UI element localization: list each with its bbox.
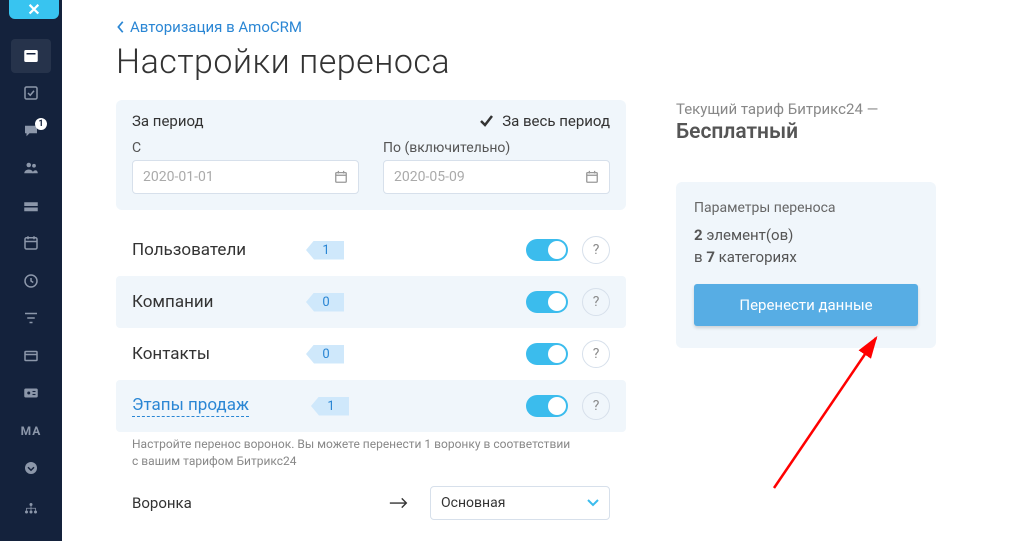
help-button[interactable]: ? — [582, 236, 610, 264]
date-to-input[interactable]: 2020-05-09 — [383, 160, 610, 194]
check-icon — [478, 113, 494, 129]
params-title: Параметры переноса — [694, 200, 918, 216]
sidebar: ✕ 1 MA — [0, 0, 62, 541]
funnel-select[interactable]: Основная — [430, 486, 610, 520]
help-button[interactable]: ? — [582, 392, 610, 420]
date-from-label: С — [132, 140, 359, 156]
category-companies-toggle[interactable] — [526, 291, 568, 313]
category-stages-toggle[interactable] — [526, 395, 568, 417]
category-companies-label: Компании — [132, 292, 292, 312]
nav-stream[interactable] — [11, 39, 51, 73]
help-button[interactable]: ? — [582, 288, 610, 316]
nav-calendar[interactable] — [11, 227, 51, 261]
params-categories: в 7 категориях — [694, 248, 918, 266]
category-contacts-label: Контакты — [132, 344, 292, 364]
nav-groups[interactable] — [11, 152, 51, 186]
date-from-input[interactable]: 2020-01-01 — [132, 160, 359, 194]
tariff-label: Текущий тариф Битрикс24 — — [676, 100, 936, 118]
category-contacts-count: 0 — [306, 345, 344, 364]
category-companies-count: 0 — [306, 293, 344, 312]
category-users-label: Пользователи — [132, 240, 292, 260]
summary-column: Текущий тариф Битрикс24 — Бесплатный Пар… — [676, 100, 936, 348]
nav-contact[interactable] — [11, 377, 51, 411]
nav-ma[interactable]: MA — [11, 414, 51, 448]
transfer-button[interactable]: Перенести данные — [694, 284, 918, 326]
tariff-value: Бесплатный — [676, 120, 936, 144]
help-button[interactable]: ? — [582, 340, 610, 368]
category-contacts-toggle[interactable] — [526, 343, 568, 365]
category-users-toggle[interactable] — [526, 239, 568, 261]
stages-hint: Настройте перенос воронок. Вы можете пер… — [132, 436, 572, 470]
category-users-count: 1 — [306, 241, 344, 260]
chat-badge: 1 — [35, 118, 47, 130]
funnel-row: Воронка Основная — [116, 470, 626, 524]
nav-tasks[interactable] — [11, 77, 51, 111]
params-box: Параметры переноса 2 элемент(ов) в 7 кат… — [676, 182, 936, 348]
category-stages-label[interactable]: Этапы продаж — [132, 395, 249, 417]
nav-drive[interactable] — [11, 189, 51, 223]
category-stages-row: Этапы продаж 1 ? — [116, 380, 626, 432]
chevron-left-icon — [116, 20, 126, 34]
chevron-down-icon — [587, 499, 599, 507]
category-users-row: Пользователи 1 ? — [116, 224, 626, 276]
arrow-right-icon — [204, 496, 418, 510]
date-to-label: По (включительно) — [383, 140, 610, 156]
period-box: За период За весь период С 2020-01-01 — [116, 100, 626, 210]
main-content: Авторизация в AmoCRM Настройки переноса … — [62, 0, 1032, 541]
category-stages-count: 1 — [311, 397, 349, 416]
nav-chat[interactable]: 1 — [11, 114, 51, 148]
breadcrumb-back[interactable]: Авторизация в AmoCRM — [116, 18, 984, 36]
calendar-icon — [334, 170, 348, 184]
all-period-checkbox[interactable]: За весь период — [478, 112, 610, 130]
nav-time[interactable] — [11, 264, 51, 298]
breadcrumb-text: Авторизация в AmoCRM — [130, 18, 302, 36]
calendar-icon — [585, 170, 599, 184]
category-contacts-row: Контакты 0 ? — [116, 328, 626, 380]
period-label: За период — [132, 112, 204, 130]
page-title: Настройки переноса — [116, 42, 984, 82]
settings-column: За период За весь период С 2020-01-01 — [116, 100, 626, 524]
funnel-label: Воронка — [132, 494, 192, 512]
nav-window[interactable] — [11, 339, 51, 373]
params-elements: 2 элемент(ов) — [694, 226, 918, 244]
nav-more[interactable] — [11, 452, 51, 486]
nav-sitemap[interactable] — [11, 489, 51, 529]
nav-filter[interactable] — [11, 302, 51, 336]
category-companies-row: Компании 0 ? — [116, 276, 626, 328]
close-tab[interactable]: ✕ — [9, 0, 59, 19]
